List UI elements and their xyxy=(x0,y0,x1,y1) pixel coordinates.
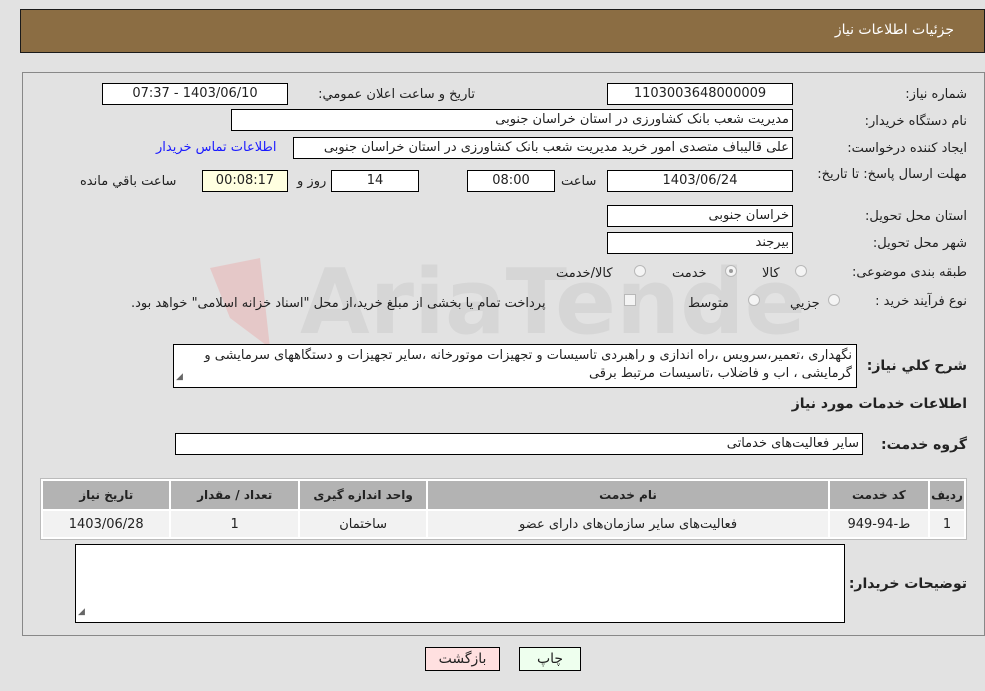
delivery-city-label: شهر محل تحویل: xyxy=(872,236,967,251)
buyer-org-field[interactable]: مدیریت شعب بانک کشاورزی در استان خراسان … xyxy=(231,109,793,131)
treasury-payment-checkbox[interactable] xyxy=(624,294,636,306)
remaining-time-field: 00:08:17 xyxy=(202,170,288,192)
col-header-unit: واحد اندازه گيری xyxy=(299,481,427,509)
col-header-service-name: نام خدمت xyxy=(428,481,828,509)
service-group-field[interactable]: سایر فعالیت‌های خدماتی xyxy=(175,433,863,455)
purchase-type-radio-minor[interactable] xyxy=(828,294,840,306)
table-header-row: رديف کد خدمت نام خدمت واحد اندازه گيری ت… xyxy=(43,481,964,509)
delivery-province-label: استان محل تحویل: xyxy=(865,209,967,224)
page-header: جزئیات اطلاعات نیاز xyxy=(20,9,985,53)
announce-datetime-label: تاریخ و ساعت اعلان عمومي: xyxy=(318,87,475,102)
delivery-city-field[interactable]: بیرجند xyxy=(607,232,793,254)
col-header-row-number: رديف xyxy=(930,481,964,509)
category-option-service: خدمت xyxy=(672,266,707,281)
services-section-title: اطلاعات خدمات مورد نياز xyxy=(791,396,967,412)
description-label: شرح کلي نياز: xyxy=(866,358,967,374)
deadline-time-label: ساعت xyxy=(561,174,597,189)
cell-row-number: 1 xyxy=(930,511,964,537)
purchase-type-option-medium: متوسط xyxy=(688,296,729,311)
buyer-notes-label: توضيحات خريدار: xyxy=(848,576,967,592)
announce-datetime-field[interactable]: 1403/06/10 - 07:37 xyxy=(102,83,288,105)
buyer-contact-link[interactable]: اطلاعات تماس خریدار xyxy=(156,140,276,155)
deadline-date-field[interactable]: 1403/06/24 xyxy=(607,170,793,192)
back-button[interactable]: بازگشت xyxy=(425,647,500,671)
print-button[interactable]: چاپ xyxy=(519,647,581,671)
service-group-label: گروه خدمت: xyxy=(881,437,967,453)
description-text: نگهداری ،تعمیر،سرویس ،راه اندازی و راهبر… xyxy=(204,348,852,381)
purchase-type-label: نوع فرآیند خرید : xyxy=(875,294,967,309)
days-label: روز و xyxy=(297,174,327,189)
requester-field[interactable]: علی قالیباف متصدی امور خرید مدیریت شعب ب… xyxy=(293,137,793,159)
resize-grip-icon[interactable]: ◢ xyxy=(176,368,183,386)
description-textarea[interactable]: نگهداری ،تعمیر،سرویس ،راه اندازی و راهبر… xyxy=(173,344,857,388)
table-row: 1 ط-94-949 فعالیت‌های سایر سازمان‌های دا… xyxy=(43,511,964,537)
deadline-days-field[interactable]: 14 xyxy=(331,170,419,192)
category-label: طبقه بندی موضوعی: xyxy=(851,265,967,280)
buyer-notes-textarea[interactable]: ◢ xyxy=(75,544,845,623)
col-header-quantity: تعداد / مقدار xyxy=(171,481,298,509)
cell-service-code: ط-94-949 xyxy=(829,511,929,537)
need-number-label: شماره نیاز: xyxy=(905,87,967,102)
deadline-label: مهلت ارسال پاسخ: تا تاریخ: xyxy=(817,167,967,182)
col-header-need-date: تاريخ نياز xyxy=(43,481,170,509)
resize-grip-icon[interactable]: ◢ xyxy=(78,603,85,621)
category-radio-goods-service[interactable] xyxy=(634,265,646,277)
cell-quantity: 1 xyxy=(171,511,298,537)
category-radio-goods[interactable] xyxy=(795,265,807,277)
delivery-province-field[interactable]: خراسان جنوبی xyxy=(607,205,793,227)
remaining-time-label: ساعت باقي مانده xyxy=(80,174,177,189)
category-option-goods-service: کالا/خدمت xyxy=(556,266,613,281)
buyer-org-label: نام دستگاه خريدار: xyxy=(864,114,967,129)
need-number-field[interactable]: 1103003648000009 xyxy=(607,83,793,105)
deadline-time-field[interactable]: 08:00 xyxy=(467,170,555,192)
category-radio-service[interactable] xyxy=(725,265,737,277)
page-title: جزئیات اطلاعات نیاز xyxy=(834,22,954,38)
treasury-payment-note: پرداخت تمام یا بخشی از مبلغ خرید،از محل … xyxy=(131,296,546,311)
requester-label: ایجاد کننده درخواست: xyxy=(847,141,967,156)
purchase-type-radio-medium[interactable] xyxy=(748,294,760,306)
cell-need-date: 1403/06/28 xyxy=(43,511,170,537)
purchase-type-option-minor: جزيي xyxy=(790,296,820,311)
cell-service-name: فعالیت‌های سایر سازمان‌های دارای عضو xyxy=(428,511,828,537)
cell-unit: ساختمان xyxy=(299,511,427,537)
services-table: رديف کد خدمت نام خدمت واحد اندازه گيری ت… xyxy=(40,478,967,540)
col-header-service-code: کد خدمت xyxy=(829,481,929,509)
category-option-goods: کالا xyxy=(762,266,780,281)
